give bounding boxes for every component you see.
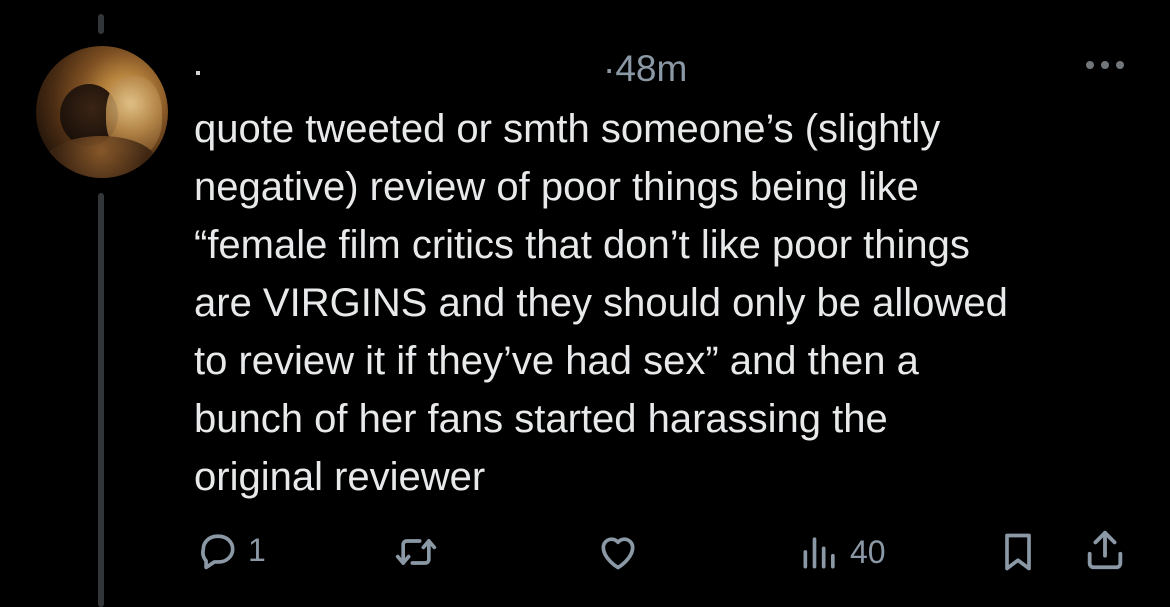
share-button[interactable] (1082, 526, 1128, 574)
heart-icon (601, 537, 635, 570)
views-button[interactable]: 40 (798, 530, 886, 574)
like-button[interactable] (596, 530, 648, 574)
tweet-text-line: original reviewer (194, 455, 486, 499)
reply-icon (201, 534, 235, 570)
tweet-text-line: bunch of her fans started harassing the (194, 397, 888, 441)
avatar[interactable] (36, 46, 168, 178)
thread-line-top (98, 14, 104, 34)
tweet-text-line: are VIRGINS and they should only be allo… (194, 281, 1008, 325)
tweet-text-line: negative) review of poor things being li… (194, 165, 919, 209)
author-name[interactable] (196, 71, 200, 75)
reply-count: 1 (248, 531, 266, 568)
tweet-text: quote tweeted or smth someone’s (slightl… (194, 100, 1124, 506)
retweet-icon (395, 539, 437, 565)
more-icon[interactable] (1086, 58, 1132, 72)
tweet-text-line: quote tweeted or smth someone’s (slightl… (194, 107, 941, 151)
views-icon (803, 537, 835, 569)
tweet-text-line: to review it if they’ve had sex” and the… (194, 339, 919, 383)
retweet-button[interactable] (394, 530, 446, 574)
bookmark-icon (1005, 533, 1031, 571)
bookmark-button[interactable] (996, 528, 1040, 576)
thread-line (98, 193, 104, 607)
tweet-text-line: “female film critics that don’t like poo… (194, 223, 970, 267)
views-count: 40 (850, 533, 886, 570)
share-icon (1087, 530, 1123, 570)
reply-button[interactable]: 1 (196, 528, 266, 572)
timestamp[interactable]: ·48m (603, 48, 687, 90)
